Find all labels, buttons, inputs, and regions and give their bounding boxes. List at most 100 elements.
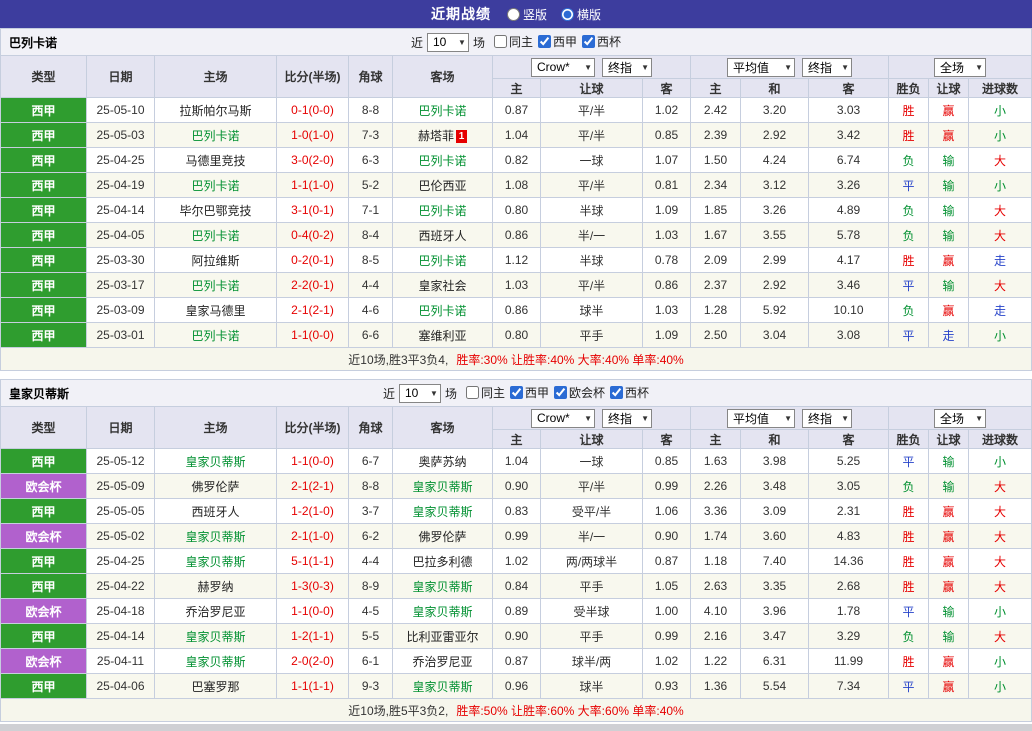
home-team[interactable]: 阿拉维斯 (154, 247, 277, 273)
away-team[interactable]: 佛罗伦萨 (392, 523, 493, 549)
filter-checkbox-西甲[interactable]: 西甲 (510, 384, 549, 401)
radio-horizontal-layout[interactable]: 横版 (561, 6, 601, 23)
checkbox-label: 西杯 (597, 35, 622, 49)
away-team[interactable]: 巴列卡诺 (392, 197, 493, 223)
avg-draw: 7.40 (740, 548, 809, 574)
home-team[interactable]: 西班牙人 (154, 498, 277, 524)
result-handicap: 赢 (928, 297, 970, 323)
home-team[interactable]: 皇家贝蒂斯 (154, 648, 277, 674)
home-team[interactable]: 皇家贝蒂斯 (154, 523, 277, 549)
vertical-radio[interactable] (506, 7, 520, 21)
home-team[interactable]: 巴塞罗那 (154, 673, 277, 699)
away-team[interactable]: 皇家贝蒂斯 (392, 573, 493, 599)
home-team[interactable]: 皇家贝蒂斯 (154, 548, 277, 574)
checkbox[interactable] (538, 35, 551, 48)
away-team[interactable]: 巴伦西亚 (392, 172, 493, 198)
away-team[interactable]: 巴拉多利德 (392, 548, 493, 574)
home-team[interactable]: 皇家贝蒂斯 (154, 623, 277, 649)
match-count-select[interactable]: 10 ▼ (398, 383, 441, 403)
score: 1-2(1-1) (276, 623, 349, 649)
home-team[interactable]: 巴列卡诺 (154, 322, 277, 348)
odds-away: 1.03 (642, 222, 691, 248)
filter-near-label: 近 (410, 35, 423, 50)
checkbox[interactable] (493, 35, 507, 48)
filter-near-label: 近 (382, 386, 395, 401)
horizontal-radio[interactable] (561, 7, 574, 21)
checkbox[interactable] (510, 386, 523, 399)
home-team[interactable]: 皇家马德里 (154, 297, 277, 323)
chevron-down-icon: ▼ (975, 62, 983, 72)
checkbox[interactable] (465, 386, 479, 399)
away-team[interactable]: 皇家贝蒂斯 (392, 673, 493, 699)
home-team[interactable]: 巴列卡诺 (154, 272, 277, 298)
avg-away: 3.42 (807, 122, 890, 148)
result-outcome: 平 (888, 448, 930, 474)
away-team[interactable]: 皇家贝蒂斯 (392, 498, 493, 524)
away-team[interactable]: 塞维利亚 (392, 322, 493, 348)
avg-away: 4.89 (807, 197, 890, 223)
league-badge: 西甲 (0, 498, 87, 524)
avg-draw: 5.92 (740, 297, 809, 323)
summary-text: 近10场,胜3平3负4, (348, 352, 449, 367)
home-team[interactable]: 毕尔巴鄂竞技 (154, 197, 277, 223)
odds-stage-select-2[interactable]: 终指 ▼ (802, 57, 852, 77)
home-team[interactable]: 巴列卡诺 (154, 172, 277, 198)
filter-checkbox-西杯[interactable]: 西杯 (582, 33, 621, 50)
topbar: 近期战绩 竖版 横版 (0, 0, 1032, 28)
radio-vertical-layout[interactable]: 竖版 (506, 6, 547, 23)
match-row: 欧会杯 25-04-11 皇家贝蒂斯 2-0(2-0) 6-1 乔治罗尼亚 0.87 球半/两… (0, 648, 1032, 674)
fulltime-select[interactable]: 全场 ▼ (934, 57, 986, 77)
filter-checkbox-西甲[interactable]: 西甲 (538, 33, 577, 50)
filter-checkbox-欧会杯[interactable]: 欧会杯 (554, 384, 605, 401)
checkbox[interactable] (610, 386, 624, 399)
away-team[interactable]: 巴列卡诺 (392, 97, 493, 123)
checkbox[interactable] (582, 35, 596, 48)
average-select[interactable]: 平均值 ▼ (727, 57, 795, 77)
away-team[interactable]: 皇家社会 (392, 272, 493, 298)
away-team[interactable]: 巴列卡诺 (392, 147, 493, 173)
home-team[interactable]: 拉斯帕尔马斯 (154, 97, 277, 123)
home-team[interactable]: 乔治罗尼亚 (154, 598, 277, 624)
odds-stage-select-2[interactable]: 终指 ▼ (802, 408, 852, 428)
home-team[interactable]: 巴列卡诺 (154, 222, 277, 248)
away-team[interactable]: 西班牙人 (392, 222, 493, 248)
bookmaker-select[interactable]: Crow* ▼ (531, 57, 595, 77)
away-team[interactable]: 巴列卡诺 (392, 247, 493, 273)
checkbox[interactable] (554, 386, 568, 399)
filter-checkbox-同主[interactable]: 同主 (493, 33, 533, 50)
away-team[interactable]: 巴列卡诺 (392, 297, 493, 323)
average-select[interactable]: 平均值 ▼ (727, 408, 795, 428)
sub-header-goals: 进球数 (968, 78, 1032, 98)
filter-checkbox-西杯[interactable]: 西杯 (610, 384, 649, 401)
home-team[interactable]: 巴列卡诺 (154, 122, 277, 148)
odds-away: 0.85 (642, 448, 691, 474)
matches-body: 西甲 25-05-10 拉斯帕尔马斯 0-1(0-0) 8-8 巴列卡诺 0.87 平/半 1.… (0, 97, 1032, 348)
result-handicap: 赢 (928, 648, 970, 674)
away-team[interactable]: 奥萨苏纳 (392, 448, 493, 474)
bookmaker-select[interactable]: Crow* ▼ (531, 408, 595, 428)
away-team[interactable]: 乔治罗尼亚 (392, 648, 493, 674)
away-team[interactable]: 赫塔菲 1 (392, 122, 493, 148)
home-team[interactable]: 佛罗伦萨 (154, 473, 277, 499)
filter-checkbox-同主[interactable]: 同主 (465, 384, 505, 401)
home-team[interactable]: 马德里竞技 (154, 147, 277, 173)
result-goals: 大 (968, 623, 1032, 649)
odds-stage-select[interactable]: 终指 ▼ (602, 57, 652, 77)
odds-stage-select[interactable]: 终指 ▼ (602, 408, 652, 428)
away-team[interactable]: 皇家贝蒂斯 (392, 473, 493, 499)
away-team[interactable]: 皇家贝蒂斯 (392, 598, 493, 624)
avg-draw: 3.47 (740, 623, 809, 649)
result-outcome: 平 (888, 272, 930, 298)
match-date: 25-03-01 (86, 322, 155, 348)
avg-away: 11.99 (807, 648, 890, 674)
result-outcome: 负 (888, 147, 930, 173)
corner-count: 4-4 (348, 548, 393, 574)
corner-count: 6-2 (348, 523, 393, 549)
away-team[interactable]: 比利亚雷亚尔 (392, 623, 493, 649)
home-team[interactable]: 赫罗纳 (154, 573, 277, 599)
avg-home: 1.63 (690, 448, 741, 474)
match-count-select[interactable]: 10 ▼ (426, 32, 469, 52)
chevron-down-icon: ▼ (841, 413, 849, 423)
home-team[interactable]: 皇家贝蒂斯 (154, 448, 277, 474)
fulltime-select[interactable]: 全场 ▼ (934, 408, 986, 428)
